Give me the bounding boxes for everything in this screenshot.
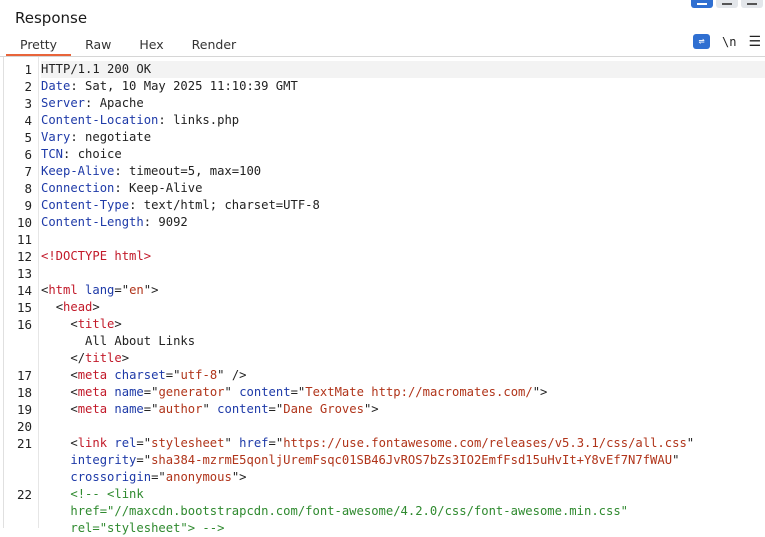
editor-tools: ⇌ \n ☰ — [692, 34, 761, 49]
line-number: 15 — [16, 300, 32, 315]
code-line: 4 Content-Location: links.php — [24, 112, 765, 129]
code-line: 17 <meta charset="utf-8" /> — [17, 367, 765, 384]
line-number: 17 — [16, 368, 32, 383]
layout-split-icon[interactable] — [691, 0, 713, 8]
code-line: 15 <head> — [17, 299, 765, 316]
code-line: 9 Content-Type: text/html; charset=UTF-8 — [24, 197, 765, 214]
code-line: 18 <meta name="generator" content="TextM… — [17, 384, 765, 401]
layout-toggle-group — [691, 0, 763, 8]
tab-raw[interactable]: Raw — [71, 37, 125, 56]
code-line-wrapped: rel="stylesheet"> --> — [70, 521, 225, 535]
code-line: 21 <link rel="stylesheet" href="https://… — [17, 435, 765, 452]
line-number: 10 — [16, 215, 32, 230]
code-line: 20 — [17, 418, 765, 435]
line-number: 12 — [16, 249, 32, 264]
code-line-wrapped: href="//maxcdn.bootstrapcdn.com/font-awe… — [70, 504, 629, 518]
response-header: Response Pretty Raw Hex Render ⇌ \n ☰ — [0, 0, 765, 57]
code-line-wrapped: crossorigin="anonymous"> — [70, 470, 247, 484]
code-line: 10 Content-Length: 9092 — [17, 214, 765, 231]
code-line-wrapped: All About Links — [85, 334, 196, 348]
line-number: 22 — [16, 487, 32, 502]
response-editor[interactable]: 1 HTTP/1.1 200 OK 2 Date: Sat, 10 May 2025… — [0, 57, 765, 535]
code-line-wrapped: </title> — [70, 351, 130, 365]
code-line: 2 Date: Sat, 10 May 2025 11:10:39 GMT — [24, 78, 765, 95]
line-number: 14 — [16, 283, 32, 298]
code-line: 5 Vary: negotiate — [24, 129, 765, 146]
line-number: 19 — [16, 402, 32, 417]
code-line-wrapped: integrity="sha384-mzrmE5qonljUremFsqc01S… — [70, 453, 680, 467]
line-number: 4 — [24, 113, 32, 128]
line-number: 6 — [24, 147, 32, 162]
line-number: 2 — [24, 79, 32, 94]
code-line: 7 Keep-Alive: timeout=5, max=100 — [24, 163, 765, 180]
tab-hex[interactable]: Hex — [125, 37, 177, 56]
tab-render[interactable]: Render — [178, 37, 251, 56]
layout-horizontal-icon[interactable] — [716, 0, 738, 8]
line-number: 1 — [24, 62, 32, 77]
code-line: 13 — [17, 265, 765, 282]
tab-pretty[interactable]: Pretty — [6, 37, 72, 56]
line-number: 8 — [24, 181, 32, 196]
code-line: 6 TCN: choice — [24, 146, 765, 163]
line-number: 18 — [16, 385, 32, 400]
line-number: 11 — [16, 232, 32, 247]
line-number: 9 — [24, 198, 32, 213]
line-number: 7 — [24, 164, 32, 179]
line-number: 5 — [24, 130, 32, 145]
code-line: 3 Server: Apache — [24, 95, 765, 112]
code-line: 16 <title> — [17, 316, 765, 333]
panel-title: Response — [15, 9, 88, 27]
newline-toggle-button[interactable]: \n — [722, 35, 736, 49]
line-number: 3 — [24, 96, 32, 111]
layout-vertical-icon[interactable] — [741, 0, 763, 8]
code-line: 14 <html lang="en"> — [17, 282, 765, 299]
code-line: 12 <!DOCTYPE html> — [17, 248, 765, 265]
code-line: 1 HTTP/1.1 200 OK — [24, 61, 765, 78]
code-view: 1 HTTP/1.1 200 OK 2 Date: Sat, 10 May 2025… — [17, 61, 765, 537]
code-line: 11 — [17, 231, 765, 248]
code-line: 8 Connection: Keep-Alive — [24, 180, 765, 197]
code-line: 19 <meta name="author" content="Dane Gro… — [17, 401, 765, 418]
line-number: 20 — [16, 419, 32, 434]
view-tabs: Pretty Raw Hex Render — [6, 37, 250, 56]
hamburger-menu-icon[interactable]: ☰ — [748, 35, 761, 49]
wrap-lines-icon[interactable]: ⇌ — [692, 34, 710, 49]
line-number: 16 — [16, 317, 32, 332]
code-line: 22 <!-- <link — [17, 486, 765, 503]
line-number: 13 — [16, 266, 32, 281]
line-number: 21 — [16, 436, 32, 451]
